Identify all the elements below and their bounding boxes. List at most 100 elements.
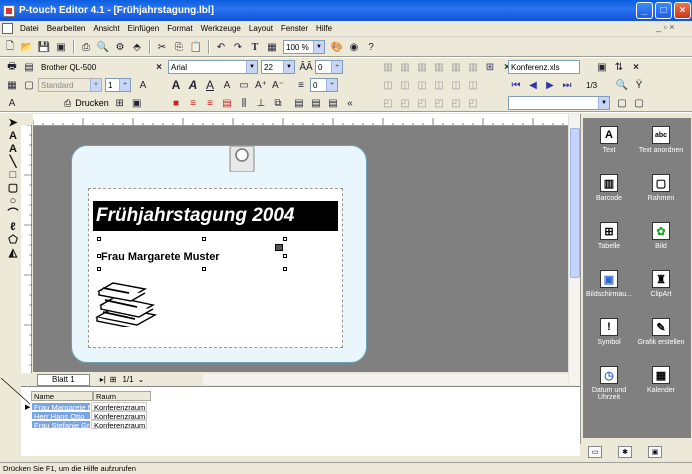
menu-format[interactable]: Format: [163, 24, 196, 33]
menu-werkzeuge[interactable]: Werkzeuge: [197, 24, 245, 33]
table-row[interactable]: Frau Margarete Muster Konferenzraum A: [31, 402, 147, 411]
label-canvas[interactable]: Frühjahrstagung 2004 Frau Margarete Must…: [33, 126, 568, 372]
distribute-v-icon[interactable]: ▥: [448, 60, 464, 75]
align-bottom-icon[interactable]: ▥: [414, 60, 430, 75]
undo-icon[interactable]: ↶: [213, 40, 229, 55]
label-printer-icon[interactable]: ▤: [21, 60, 37, 75]
align-icon[interactable]: ⊥: [253, 96, 269, 111]
transfer-icon[interactable]: ⬘: [129, 40, 145, 55]
menu-ansicht[interactable]: Ansicht: [89, 24, 123, 33]
layout-icon[interactable]: ▦: [4, 78, 20, 93]
scrollbar-thumb[interactable]: [570, 128, 580, 278]
cell-room[interactable]: Konferenzraum C: [91, 420, 147, 429]
print-options-icon[interactable]: ⊞: [112, 96, 128, 111]
text-tool-icon[interactable]: A: [6, 130, 20, 143]
copy-icon[interactable]: ⎘: [171, 40, 187, 55]
minimize-button[interactable]: _: [636, 2, 653, 19]
object-screenshot[interactable]: ▣ Bildschirmau...: [583, 270, 635, 298]
bold-icon[interactable]: A: [168, 78, 184, 93]
column-header-name[interactable]: Name: [31, 391, 93, 401]
cell-room[interactable]: Konferenzraum B: [91, 411, 147, 420]
object-table[interactable]: ⊞ Tabelle: [583, 222, 635, 250]
column-header-room[interactable]: Raum: [93, 391, 151, 401]
selection-handle[interactable]: [283, 254, 287, 258]
center-v-icon[interactable]: ◰: [431, 96, 447, 111]
sort-icon[interactable]: ⇅: [611, 60, 627, 75]
print-button[interactable]: ⎙ Drucken: [61, 96, 112, 111]
auto-format-icon[interactable]: A: [4, 96, 20, 111]
first-record-icon[interactable]: ⏮: [508, 78, 524, 93]
object-image[interactable]: ✿ Bild: [635, 222, 687, 250]
flip-icon[interactable]: ◫: [397, 78, 413, 93]
object-symbol[interactable]: ! Symbol: [583, 318, 635, 346]
same-size-icon[interactable]: ▥: [465, 60, 481, 75]
paper-combo[interactable]: Standard ▼: [38, 78, 102, 92]
menu-hilfe[interactable]: Hilfe: [312, 24, 336, 33]
underline-icon[interactable]: A: [202, 78, 218, 93]
printer-icon[interactable]: 🖶: [4, 60, 20, 75]
select-arrow-icon[interactable]: ➤: [6, 117, 20, 130]
arrange-icon[interactable]: ⫼: [236, 96, 252, 111]
database-filter-combo[interactable]: ▼: [508, 96, 610, 110]
freehand-tool-icon[interactable]: ℓ: [6, 221, 20, 234]
books-clipart[interactable]: [93, 279, 159, 327]
db-view-icon[interactable]: ▢: [614, 96, 630, 111]
object-frame[interactable]: ▢ Rahmen: [635, 174, 687, 202]
last-record-icon[interactable]: ⏭: [559, 78, 575, 93]
align-left-icon[interactable]: ▤: [291, 96, 307, 111]
print-setup-icon[interactable]: ⚙: [112, 40, 128, 55]
italic-icon[interactable]: A: [185, 78, 201, 93]
ellipse-tool-icon[interactable]: ○: [6, 195, 20, 208]
group-icon[interactable]: ⧉: [270, 96, 286, 111]
menu-fenster[interactable]: Fenster: [277, 24, 312, 33]
char-spacing-spinner[interactable]: 0 ÷: [315, 60, 343, 74]
color-icon[interactable]: 🎨: [329, 40, 345, 55]
panel-tab-layout[interactable]: ▣: [648, 446, 662, 458]
text-tool-icon[interactable]: T: [247, 40, 263, 55]
selection-handle[interactable]: [283, 237, 287, 241]
selection-handle[interactable]: [283, 267, 287, 271]
shrink-font-icon[interactable]: A⁻: [270, 78, 286, 93]
font-size-combo[interactable]: 22 ▼: [261, 60, 295, 74]
table-row[interactable]: Herr Hans Otto Konferenzraum B: [31, 411, 147, 420]
menu-bearbeiten[interactable]: Bearbeiten: [43, 24, 90, 33]
document-icon[interactable]: [2, 23, 13, 34]
group-objects-icon[interactable]: ◫: [448, 78, 464, 93]
object-icon[interactable]: ◉: [346, 40, 362, 55]
help-icon[interactable]: ?: [363, 40, 379, 55]
vertical-scrollbar[interactable]: [568, 114, 580, 385]
label-heading[interactable]: Frühjahrstagung 2004: [93, 201, 338, 231]
rectangle-tool-icon[interactable]: □: [6, 169, 20, 182]
frame-text-icon[interactable]: ▭: [236, 78, 252, 93]
open-icon[interactable]: 📂: [19, 40, 35, 55]
next-record-icon[interactable]: ▶: [542, 78, 558, 93]
close-icon[interactable]: ×: [151, 60, 167, 75]
grid-icon[interactable]: ▦: [264, 40, 280, 55]
filter-icon[interactable]: Ÿ: [631, 78, 647, 93]
add-sheet-icon[interactable]: ⊞: [110, 375, 117, 384]
text-color-icon[interactable]: ≡: [202, 96, 218, 111]
arrange-text-tool-icon[interactable]: A: [6, 143, 20, 156]
align-middle-icon[interactable]: ▥: [397, 60, 413, 75]
cell-name[interactable]: Herr Hans Otto: [31, 411, 91, 420]
database-open-icon[interactable]: ▣: [594, 60, 610, 75]
line-spacing-icon[interactable]: ≡: [293, 78, 309, 93]
menu-einfuegen[interactable]: Einfügen: [124, 24, 164, 33]
resize-icon[interactable]: ◰: [397, 96, 413, 111]
cell-name[interactable]: Frau Stefanie Grün: [31, 420, 91, 429]
table-row[interactable]: Frau Stefanie Grün Konferenzraum C: [31, 420, 147, 429]
database-file[interactable]: Konferenz.xls: [508, 60, 580, 74]
shadow-icon[interactable]: ▤: [219, 96, 235, 111]
panel-tab-properties[interactable]: ✱: [618, 446, 632, 458]
save-icon[interactable]: 💾: [36, 40, 52, 55]
char-spacing-icon[interactable]: ÂÂ: [298, 60, 314, 75]
panel-tab-objects[interactable]: ▭: [588, 446, 602, 458]
polygon-tool-icon[interactable]: ⬠: [6, 234, 20, 247]
distribute-icon[interactable]: ▥: [431, 60, 447, 75]
name-badge[interactable]: Frühjahrstagung 2004 Frau Margarete Must…: [71, 145, 367, 363]
fill-tool-icon[interactable]: ◭: [6, 247, 20, 260]
object-date-time[interactable]: ◷ Datum und Uhrzeit: [583, 366, 635, 401]
print-icon[interactable]: ⎙: [78, 40, 94, 55]
order-back-icon[interactable]: ◫: [431, 78, 447, 93]
copies-spinner[interactable]: 1 ÷: [105, 78, 131, 92]
